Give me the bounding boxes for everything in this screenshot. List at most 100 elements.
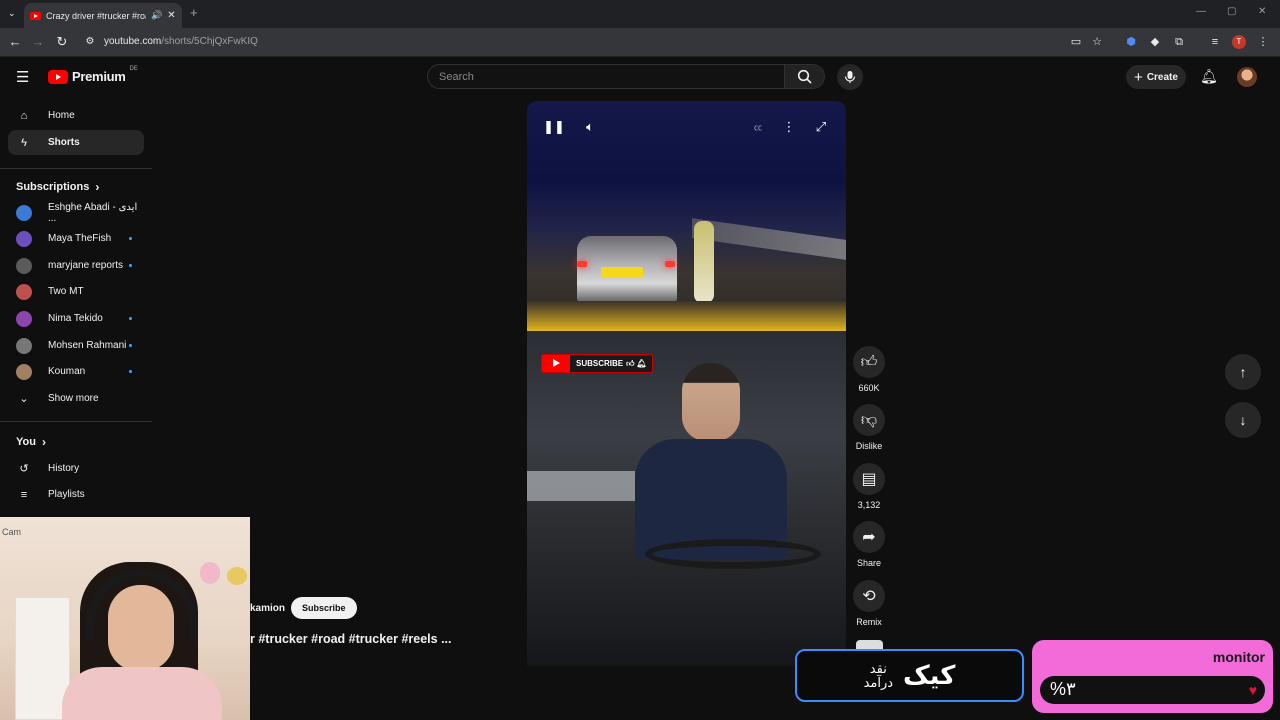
minimize-window-icon[interactable]: — (1196, 6, 1206, 17)
sidebar-item-subscription[interactable]: maryjane reports (8, 253, 144, 278)
show-more-button[interactable]: ⌄ Show more (8, 386, 144, 411)
browser-address-bar: ← → ↻ ⚙ youtube.com/shorts/5ChjQxFwKIQ ▭… (0, 28, 1280, 57)
share-icon: ➦ (853, 521, 885, 553)
heart-icon: ♥ (1248, 682, 1257, 698)
license-plate (601, 267, 643, 277)
sidebar-item-label: Two MT (48, 286, 84, 297)
channel-avatar (16, 204, 32, 221)
sidebar-item-label: Playlists (48, 489, 85, 500)
shorts-icon: ϟ (21, 136, 27, 149)
profile-avatar[interactable]: T (1232, 35, 1246, 49)
monitor-title: monitor (1212, 649, 1265, 665)
subscribe-button[interactable]: Subscribe (291, 597, 357, 619)
remix-button[interactable]: ⟲ Remix (853, 580, 885, 627)
plus-icon: + (1134, 68, 1143, 86)
sidebar-item-history[interactable]: ↺ History (8, 456, 144, 481)
channel-avatar (16, 310, 32, 327)
sidebar-item-subscription[interactable]: Maya TheFish (8, 226, 144, 251)
sidebar-item-subscription[interactable]: Nima Tekido (8, 306, 144, 331)
short-caption[interactable]: r #trucker #road #trucker #reels ... (250, 632, 452, 646)
shorts-video-player[interactable]: ❚❚ 🔈︎ ㏄ ⋮ ⤢ SUBSCRIBE 👍︎ 🔔︎ (527, 101, 846, 666)
home-icon: ⌂ (20, 109, 28, 122)
sidebar-divider (0, 168, 152, 169)
extension-icon[interactable]: ◆ (1148, 35, 1162, 49)
comments-button[interactable]: ▤ 3,132 (853, 463, 885, 510)
you-title: You (16, 436, 36, 448)
kick-donation-overlay: نقد درآمد کیک (795, 649, 1024, 702)
sidebar-item-home[interactable]: ⌂ Home (8, 103, 144, 128)
new-content-dot (129, 344, 132, 347)
sidebar-item-playlists[interactable]: ≡ Playlists (8, 482, 144, 507)
playlists-icon: ≡ (20, 488, 28, 501)
like-button[interactable]: 👍︎ 660K (853, 346, 885, 393)
search-input[interactable]: Search (427, 64, 785, 89)
sidebar-item-subscription[interactable]: Eshghe Abadi - ایدی ... (8, 200, 144, 225)
new-tab-button[interactable]: + (190, 5, 198, 20)
new-content-dot (129, 264, 132, 267)
sidebar-item-label: History (48, 463, 80, 474)
webcam-label: Cam (2, 527, 22, 537)
audio-playing-icon[interactable]: 🔊 (151, 10, 162, 21)
sidebar-item-label: Home (48, 110, 75, 121)
truck-bunk (527, 471, 635, 501)
reload-icon[interactable]: ↻ (54, 34, 70, 50)
pedestrian-figure (694, 221, 714, 303)
dislike-button[interactable]: 👎︎ Dislike (853, 404, 885, 451)
more-options-icon[interactable]: ⋮ (779, 117, 799, 137)
puzzle-extensions-icon[interactable]: ⧉ (1172, 35, 1186, 49)
sidebar-divider (0, 421, 152, 422)
subscriptions-header[interactable]: Subscriptions › (16, 180, 99, 194)
shield-extension-icon[interactable]: ⬢ (1124, 35, 1138, 49)
notifications-bell-icon[interactable]: 🔔︎ (1200, 68, 1218, 85)
bookmark-star-icon[interactable]: ☆ (1090, 35, 1104, 49)
hamburger-menu-icon[interactable]: ☰ (16, 68, 29, 86)
url-path: /shorts/5ChjQxFwKIQ (161, 36, 258, 47)
close-window-icon[interactable]: ✕ (1258, 6, 1266, 17)
search-icon (797, 69, 812, 84)
pause-icon[interactable]: ❚❚ (543, 117, 565, 137)
sidebar-item-subscription[interactable]: Kouman (8, 359, 144, 384)
sidebar-item-label: Maya TheFish (48, 233, 112, 244)
comment-icon: ▤ (853, 463, 885, 495)
channel-avatar (16, 337, 32, 354)
site-info-icon[interactable]: ⚙ (82, 34, 98, 50)
sidebar-item-subscription[interactable]: Two MT (8, 279, 144, 304)
tab-close-icon[interactable]: ✕ (167, 10, 175, 21)
url-field[interactable]: youtube.com/shorts/5ChjQxFwKIQ (104, 36, 258, 47)
voice-search-button[interactable] (837, 64, 863, 90)
captions-icon[interactable]: ㏄ (748, 117, 768, 137)
account-avatar[interactable] (1237, 67, 1257, 87)
kick-subtitle: نقد درآمد (864, 661, 893, 690)
forward-arrow-icon[interactable]: → (30, 34, 46, 50)
previous-short-button[interactable]: ↑ (1225, 354, 1261, 390)
browser-menu-icon[interactable]: ⋮ (1256, 35, 1270, 49)
create-button[interactable]: + Create (1126, 65, 1186, 89)
you-header[interactable]: You › (16, 435, 46, 449)
maximize-window-icon[interactable]: ▢ (1227, 6, 1236, 17)
channel-name[interactable]: kamion (250, 603, 285, 614)
share-button[interactable]: ➦ Share (853, 521, 885, 568)
sidebar-item-subscription[interactable]: Mohsen Rahmani (8, 333, 144, 358)
fullscreen-icon[interactable]: ⤢ (811, 117, 831, 137)
road-surface (527, 301, 846, 331)
youtube-favicon-icon (30, 11, 41, 20)
youtube-play-logo-icon (542, 355, 570, 372)
youtube-logo[interactable]: Premium DE (48, 66, 138, 84)
channel-avatar (16, 257, 32, 274)
next-short-button[interactable]: ↓ (1225, 402, 1261, 438)
sidebar-item-shorts[interactable]: ϟ Shorts (8, 130, 144, 155)
tab-menu-icon[interactable]: ⌄ (8, 8, 16, 19)
channel-avatar (16, 283, 32, 300)
road-guardrail (692, 218, 846, 260)
channel-row: kamion Subscribe (250, 597, 357, 619)
thumbs-up-icon: 👍︎ (626, 358, 635, 368)
volume-icon[interactable]: 🔈︎ (580, 117, 600, 137)
driver-head (682, 363, 740, 441)
back-arrow-icon[interactable]: ← (7, 34, 23, 50)
media-controls-icon[interactable]: ≡ (1208, 35, 1222, 49)
plush-toy (227, 567, 247, 585)
browser-tab-bar: ⌄ Crazy driver #trucker #road 🔊 ✕ + — ▢ … (0, 0, 1280, 28)
install-app-icon[interactable]: ▭ (1069, 35, 1083, 49)
browser-tab[interactable]: Crazy driver #trucker #road 🔊 ✕ (24, 3, 182, 28)
search-button[interactable] (785, 64, 825, 89)
